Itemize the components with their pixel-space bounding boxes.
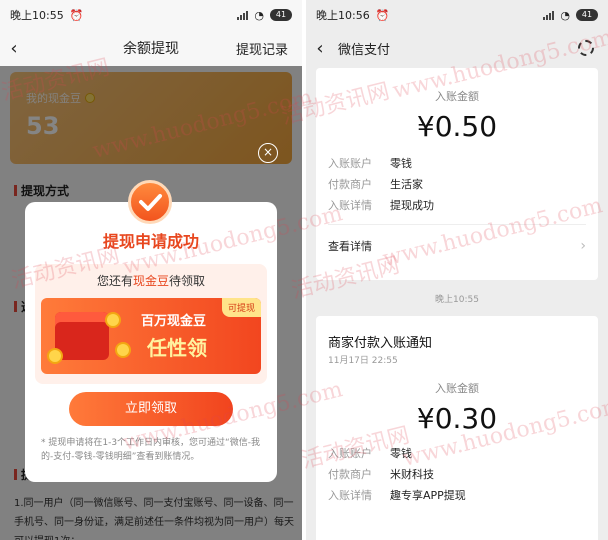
back-icon[interactable]: ‹ (0, 38, 28, 59)
wechat-pay-screen: 晚上10:56 ⏰ ◔ 41 ‹ 微信支付 入账金额 ¥0.50 入账账户 零钱 … (306, 0, 608, 540)
battery-icon: 41 (576, 9, 598, 21)
time-separator: 晚上10:55 (435, 295, 479, 305)
detail-row: 入账账户 零钱 (328, 157, 412, 170)
promo-subtitle: 您还有现金豆待领取 (96, 274, 206, 288)
red-envelope-icon (55, 312, 109, 360)
payment-card-1: 入账金额 ¥0.50 入账账户 零钱 付款商户 生活家 入账详情 提现成功 查看详情 … (316, 68, 598, 280)
battery-icon: 41 (270, 9, 292, 21)
amount-label: 入账金额 (435, 382, 479, 395)
status-time: 晚上10:55 (10, 9, 64, 22)
success-dialog: 提现申请成功 您还有现金豆待领取 百万现金豆 任性领 可提现 立即领取 * 提现… (25, 202, 277, 482)
wifi-icon: ◔ (254, 8, 264, 22)
alarm-icon: ⏰ (375, 8, 390, 22)
banner-line1: 百万现金豆 (141, 314, 207, 329)
coin-icon (115, 342, 131, 358)
wifi-icon: ◔ (560, 8, 570, 22)
page-title: 微信支付 (338, 42, 391, 58)
detail-row: 入账详情 趣专享APP提现 (328, 489, 466, 502)
dialog-note: * 提现申请将在1-3个工作日内审核，您可通过“微信-我的-支付-零钱-零钱明细… (41, 438, 260, 462)
status-bar: 晚上10:56 ⏰ ◔ 41 (306, 0, 608, 30)
gear-icon[interactable] (578, 40, 594, 56)
back-icon[interactable]: ‹ (306, 38, 334, 59)
detail-row: 付款商户 生活家 (328, 178, 423, 191)
nav-bar: ‹ 余额提现 提现记录 (0, 30, 302, 66)
promo-banner[interactable]: 百万现金豆 任性领 可提现 (41, 298, 261, 374)
claim-button[interactable]: 立即领取 (69, 392, 233, 426)
amount-value: ¥0.30 (416, 402, 498, 435)
chevron-right-icon: › (580, 238, 586, 254)
banner-line2: 任性领 (147, 336, 207, 360)
status-time: 晚上10:56 (316, 9, 370, 22)
signal-icon (237, 10, 249, 20)
banner-tag: 可提现 (221, 298, 261, 317)
divider (328, 224, 586, 225)
amount-label: 入账金额 (435, 90, 479, 103)
detail-row: 付款商户 米财科技 (328, 468, 434, 481)
view-details-link[interactable]: 查看详情 › (316, 233, 598, 259)
payment-card-2: 商家付款入账通知 11月17日 22:55 入账金额 ¥0.30 入账账户 零钱 … (316, 316, 598, 540)
promo-box: 您还有现金豆待领取 百万现金豆 任性领 可提现 (35, 264, 267, 384)
nav-bar: ‹ 微信支付 (306, 30, 608, 66)
close-icon[interactable]: × (258, 143, 278, 163)
withdraw-records-link[interactable]: 提现记录 (236, 39, 288, 58)
detail-row: 入账详情 提现成功 (328, 199, 434, 212)
promo-highlight: 现金豆 (132, 274, 169, 288)
detail-row: 入账账户 零钱 (328, 447, 412, 460)
signal-icon (543, 10, 555, 20)
withdraw-screen: 晚上10:55 ⏰ ◔ 41 ‹ 余额提现 提现记录 我的现金豆 53 提现方式… (0, 0, 302, 540)
card-heading: 商家付款入账通知 (328, 336, 433, 351)
dialog-title: 提现申请成功 (102, 232, 199, 251)
coin-icon (105, 312, 121, 328)
coin-icon (47, 348, 63, 364)
checkmark-icon (128, 180, 172, 224)
status-bar: 晚上10:55 ⏰ ◔ 41 (0, 0, 302, 30)
card-date: 11月17日 22:55 (328, 356, 398, 366)
alarm-icon: ⏰ (69, 8, 84, 22)
screenshot-composite: 晚上10:55 ⏰ ◔ 41 ‹ 余额提现 提现记录 我的现金豆 53 提现方式… (0, 0, 608, 540)
amount-value: ¥0.50 (416, 110, 498, 143)
